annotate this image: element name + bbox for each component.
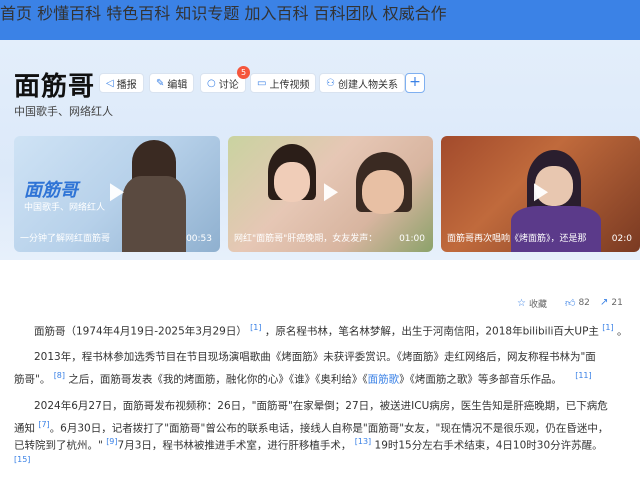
- nav-item-featured[interactable]: 特色百科: [106, 4, 170, 23]
- top-nav: 首页 秒懂百科 特色百科 知识专题 加入百科 百科团队 权威合作: [0, 0, 640, 40]
- add-button[interactable]: +: [405, 73, 425, 93]
- reference-link[interactable]: [7]: [38, 420, 49, 429]
- person-face: [362, 170, 404, 214]
- broadcast-button[interactable]: ◁ 播报: [99, 73, 144, 93]
- nav-item-topics[interactable]: 知识专题: [175, 4, 239, 23]
- thumb-up-icon: 👍︎: [565, 298, 576, 309]
- reference-link[interactable]: [15]: [14, 455, 30, 464]
- speaker-icon: ◁: [106, 77, 114, 89]
- upload-video-button[interactable]: ▭ 上传视频: [250, 73, 317, 93]
- paragraph-career-line2: 筋哥"。 [8] 之后，面筋哥发表《我的烤面筋，融化你的心》《谁》《奥利给》《面…: [14, 371, 592, 386]
- song-link[interactable]: 面筋歌: [368, 374, 400, 386]
- video-icon: ▭: [257, 77, 267, 89]
- video-brand-title: 面筋哥: [24, 180, 78, 201]
- create-relation-button[interactable]: ⚇ 创建人物关系: [319, 73, 405, 93]
- person-face: [274, 162, 310, 202]
- reference-link[interactable]: [1]: [602, 323, 613, 332]
- video-card-2[interactable]: 网红"面筋哥"肝癌晚期，女友发声： 01:00: [228, 136, 433, 252]
- chat-icon: ○: [207, 77, 216, 89]
- reference-link[interactable]: [8]: [54, 371, 65, 380]
- reference-link[interactable]: [13]: [355, 437, 371, 446]
- share-icon: ↗: [600, 297, 609, 308]
- nav-item-miaodong[interactable]: 秒懂百科: [37, 4, 101, 23]
- video-card-1[interactable]: 面筋哥 中国歌手、网络红人 一分钟了解网红面筋哥 00:53: [14, 136, 220, 252]
- video-duration: 01:00: [399, 234, 425, 244]
- reference-link[interactable]: [9]: [106, 437, 117, 446]
- video-brand-subtitle: 中国歌手、网络红人: [24, 203, 106, 213]
- play-icon[interactable]: [533, 183, 548, 202]
- person-body: [122, 176, 186, 252]
- edit-button[interactable]: ✎ 编辑: [149, 73, 195, 93]
- favorite-button[interactable]: ☆ 收藏: [517, 297, 547, 310]
- relation-icon: ⚇: [326, 77, 335, 89]
- page-title: 面筋哥: [14, 72, 96, 102]
- video-caption: 面筋哥再次唱响《烤面筋》，还是那: [447, 234, 587, 244]
- nav-item-join[interactable]: 加入百科: [244, 4, 308, 23]
- reference-link[interactable]: [11]: [575, 371, 591, 380]
- video-caption: 网红"面筋哥"肝癌晚期，女友发声：: [234, 234, 378, 244]
- entry-subtitle: 中国歌手、网络红人: [14, 105, 113, 118]
- nav-item-cooperation[interactable]: 权威合作: [383, 4, 447, 23]
- video-duration: 00:53: [186, 234, 212, 244]
- play-icon[interactable]: [110, 183, 124, 202]
- video-card-3[interactable]: 面筋哥再次唱响《烤面筋》，还是那 02:0: [441, 136, 640, 252]
- share-button[interactable]: ↗ 21: [600, 297, 623, 308]
- paragraph-illness-line4: [15]: [14, 450, 634, 474]
- video-caption: 一分钟了解网红面筋哥: [20, 234, 111, 244]
- paragraph-career-line1: 2013年，程书林参加选秀节目在节目现场演唱歌曲《烤面筋》未获评委赏识。《烤面筋…: [34, 351, 596, 363]
- person-body: [511, 206, 601, 252]
- nav-item-team[interactable]: 百科团队: [314, 4, 378, 23]
- paragraph-intro: 面筋哥（1974年4月19日-2025年3月29日） [1] ，原名程书林，笔名…: [34, 323, 628, 338]
- paragraph-illness-line1: 2024年6月27日，面筋哥发布视频称：26日，"面筋哥"在家晕倒；27日，被送…: [34, 400, 608, 412]
- video-duration: 02:0: [611, 234, 632, 244]
- nav-item-home[interactable]: 首页: [0, 4, 32, 23]
- reference-link[interactable]: [1]: [250, 323, 261, 332]
- play-icon[interactable]: [323, 183, 338, 202]
- star-icon: ☆: [517, 298, 526, 309]
- discuss-count-badge: 5: [237, 66, 250, 79]
- like-button[interactable]: 👍︎ 82: [565, 297, 590, 309]
- edit-icon: ✎: [156, 77, 165, 89]
